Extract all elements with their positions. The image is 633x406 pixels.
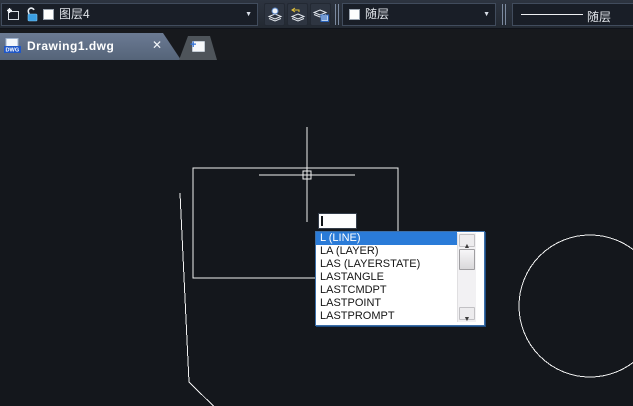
scroll-up-button[interactable]: ▲ bbox=[459, 234, 475, 250]
layer-name-label: 图层4 bbox=[59, 7, 90, 21]
toolbar-separator bbox=[335, 4, 339, 25]
command-autocomplete-popup: L (LINE) LA (LAYER) LAS (LAYERSTATE) LAS… bbox=[315, 231, 485, 326]
chevron-down-icon[interactable]: ▼ bbox=[245, 11, 252, 18]
scroll-down-icon: ▼ bbox=[463, 316, 471, 323]
layer-dropdown[interactable]: 图层4 ▼ bbox=[1, 3, 258, 26]
text-caret bbox=[321, 216, 323, 226]
dwg-file-icon: DWG bbox=[4, 38, 21, 54]
layer-color-swatch bbox=[43, 9, 54, 20]
layer-properties-button[interactable] bbox=[310, 3, 331, 26]
plus-icon: + bbox=[190, 39, 197, 51]
autocomplete-item[interactable]: LASTANGLE bbox=[316, 271, 457, 284]
make-object-layer-current-button[interactable] bbox=[264, 3, 285, 26]
autocomplete-item[interactable]: LASTCMDPT bbox=[316, 284, 457, 297]
layer-stack-dialog-icon bbox=[312, 8, 329, 22]
close-icon[interactable]: ✕ bbox=[152, 38, 162, 52]
svg-text:DWG: DWG bbox=[6, 48, 20, 54]
unlock-icon[interactable] bbox=[25, 7, 39, 22]
color-dropdown[interactable]: 随层 ▼ bbox=[342, 3, 496, 26]
layer-stack-arrow-icon bbox=[290, 7, 305, 22]
scrollbar[interactable]: ▲ ▼ bbox=[457, 233, 476, 323]
linetype-dropdown[interactable]: 随层 bbox=[512, 3, 633, 26]
linetype-bylayer-label: 随层 bbox=[587, 10, 612, 24]
autocomplete-item[interactable]: L (LINE) bbox=[316, 232, 457, 245]
scrollbar-thumb[interactable] bbox=[459, 249, 475, 270]
tab-title: Drawing1.dwg bbox=[27, 39, 115, 53]
linetype-sample-line bbox=[521, 14, 583, 15]
autocomplete-item[interactable]: LASTPROMPT bbox=[316, 310, 457, 323]
layer-previous-button[interactable] bbox=[287, 3, 308, 26]
model-space: L (LINE) LA (LAYER) LAS (LAYERSTATE) LAS… bbox=[0, 60, 633, 406]
toolbar-separator bbox=[502, 4, 506, 25]
current-color-swatch bbox=[349, 9, 360, 20]
cad-window: 图层4 ▼ 随层 ▼ 随层 DWG Drawing1.dwg ✕ + L (LI… bbox=[0, 0, 633, 406]
scroll-down-button[interactable]: ▼ bbox=[459, 307, 475, 323]
autocomplete-item[interactable]: LA (LAYER) bbox=[316, 245, 457, 258]
chevron-down-icon[interactable]: ▼ bbox=[483, 11, 490, 18]
viewport-freeze-icon[interactable] bbox=[6, 7, 21, 22]
autocomplete-item[interactable]: LASTPOINT bbox=[316, 297, 457, 310]
layers-toolbar: 图层4 ▼ 随层 ▼ 随层 bbox=[0, 0, 633, 29]
command-input[interactable] bbox=[318, 213, 357, 229]
new-page-icon: + bbox=[190, 39, 205, 52]
tab-drawing1[interactable]: DWG Drawing1.dwg ✕ bbox=[0, 33, 181, 60]
file-tab-bar: DWG Drawing1.dwg ✕ + bbox=[0, 29, 633, 60]
autocomplete-item[interactable]: LAS (LAYERSTATE) bbox=[316, 258, 457, 271]
layer-stack-ball-icon bbox=[267, 7, 282, 22]
color-bylayer-label: 随层 bbox=[365, 7, 390, 21]
new-drawing-tab-button[interactable]: + bbox=[179, 36, 217, 60]
